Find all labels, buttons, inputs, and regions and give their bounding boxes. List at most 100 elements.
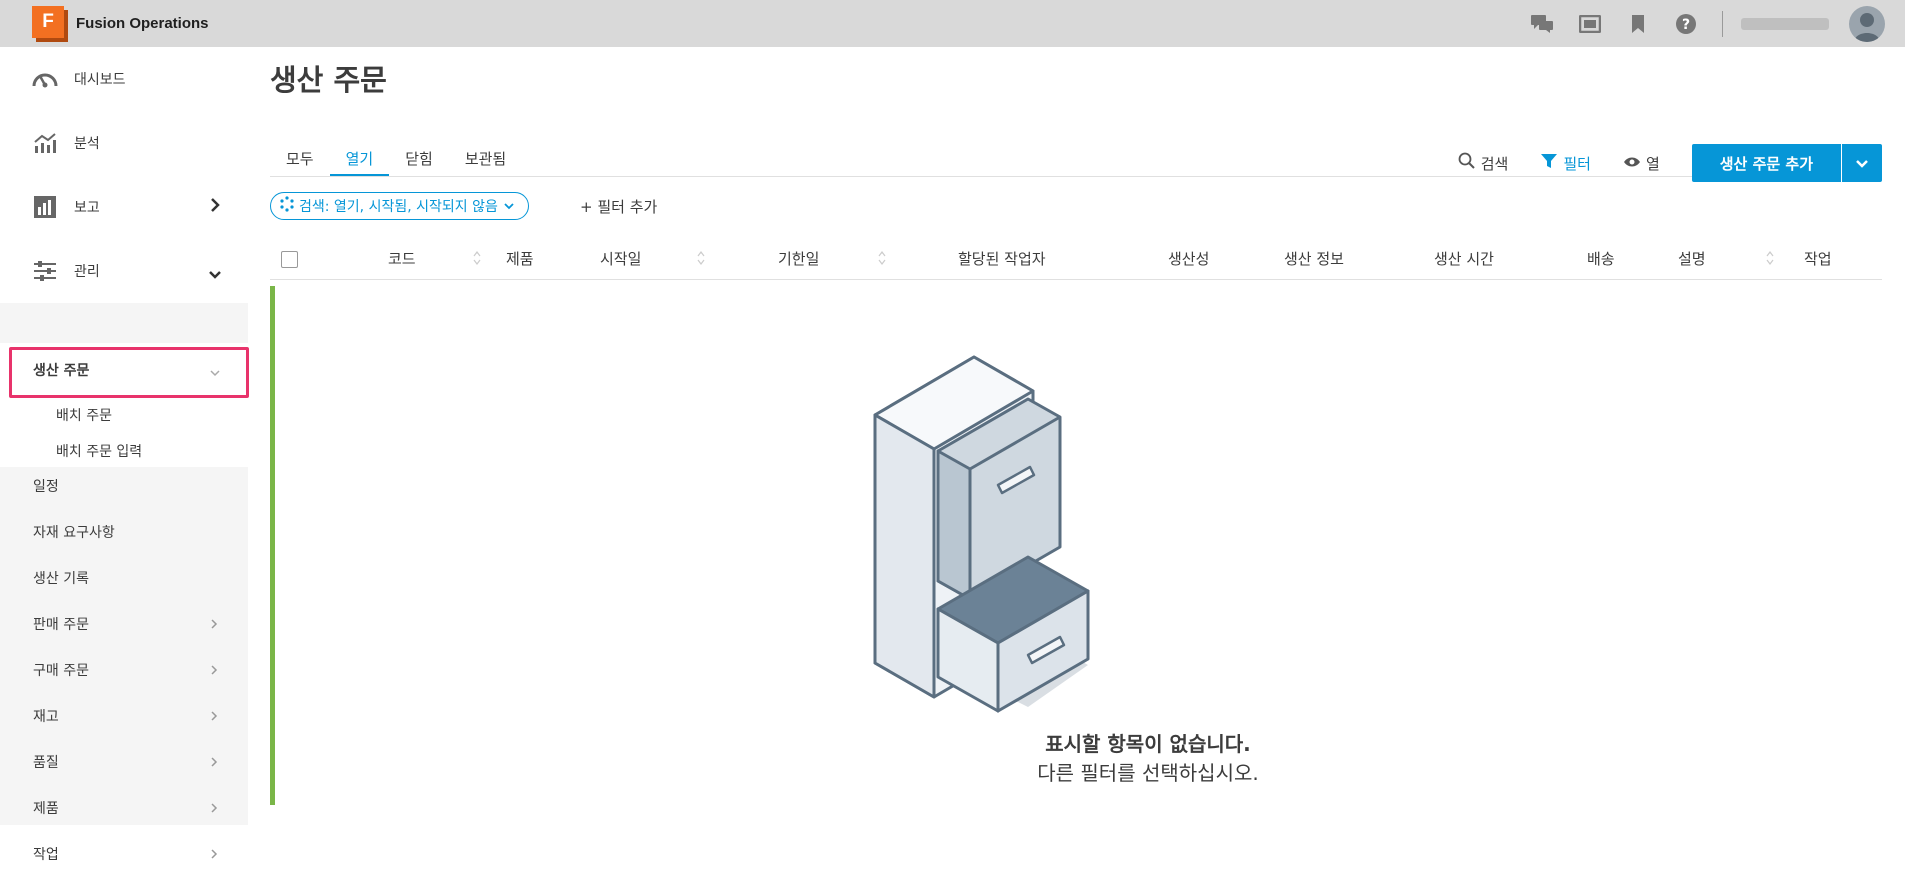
sort-icon[interactable]: [1766, 250, 1774, 270]
settings-sliders-icon: [32, 258, 58, 284]
chevron-down-icon: [1855, 154, 1869, 173]
filter-chip[interactable]: 검색: 열기, 시작됨, 시작되지 않음: [270, 192, 529, 220]
dashboard-icon: [32, 66, 58, 92]
tab-open[interactable]: 열기: [329, 140, 390, 177]
chevron-right-icon: [210, 197, 220, 217]
sidebar-item-label: 재고: [33, 709, 59, 725]
toolbar: 검색 필터 열 생산 주문 추가: [1458, 144, 1882, 182]
highlight-box: [9, 347, 249, 398]
search-label: 검색: [1480, 154, 1509, 173]
sidebar-item-label: 작업: [33, 847, 59, 863]
chevron-right-icon: [210, 848, 218, 864]
chevron-right-icon: [210, 664, 218, 680]
select-all-checkbox[interactable]: [281, 251, 298, 268]
column-header-code[interactable]: 코드: [388, 248, 416, 269]
column-header-description[interactable]: 설명: [1678, 248, 1706, 269]
chevron-down-icon: [504, 198, 518, 214]
chevron-right-icon: [210, 618, 218, 634]
add-dropdown-button[interactable]: [1841, 144, 1882, 182]
bookmark-icon[interactable]: [1614, 14, 1662, 34]
sort-icon[interactable]: [878, 250, 886, 270]
sidebar-item-production-records[interactable]: 생산 기록: [0, 555, 248, 601]
chevron-right-icon: [210, 802, 218, 818]
column-header-actions[interactable]: 작업: [1804, 248, 1832, 269]
loading-dots-icon: [279, 196, 299, 216]
sidebar-item-sales-orders[interactable]: 판매 주문: [0, 601, 248, 647]
filter-button[interactable]: 필터: [1540, 153, 1591, 174]
sidebar-item-label: 품질: [33, 755, 59, 771]
top-bar: F Fusion Operations ?: [0, 0, 1905, 47]
sidebar-item-label: 일정: [33, 479, 59, 495]
column-header-production-info[interactable]: 생산 정보: [1284, 248, 1344, 269]
user-avatar[interactable]: [1849, 5, 1885, 42]
column-header-start-date[interactable]: 시작일: [600, 248, 641, 269]
sidebar-item-label: 배치 주문: [56, 408, 112, 424]
sidebar-item-label: 생산 기록: [33, 571, 89, 587]
logo-letter: F: [32, 5, 64, 38]
chevron-down-icon: [208, 265, 222, 284]
sidebar-item-label: 보고: [74, 200, 100, 216]
tab-archived[interactable]: 보관됨: [449, 140, 522, 177]
sidebar-item-dashboard[interactable]: 대시보드: [0, 47, 248, 111]
sidebar-item-material-requirements[interactable]: 자재 요구사항: [0, 509, 248, 555]
sidebar-item-manage[interactable]: 관리: [0, 239, 248, 303]
chevron-right-icon: [210, 710, 218, 726]
sidebar-item-purchase-orders[interactable]: 구매 주문: [0, 647, 248, 693]
sidebar-item-label: 관리: [74, 264, 100, 280]
tab-closed[interactable]: 닫힘: [389, 140, 449, 177]
search-button[interactable]: 검색: [1458, 152, 1509, 174]
app-name: Fusion Operations: [76, 15, 209, 32]
column-header-assigned-workers[interactable]: 할당된 작업자: [958, 248, 1046, 269]
sidebar-item-analytics[interactable]: 분석: [0, 111, 248, 175]
user-name[interactable]: [1741, 17, 1829, 30]
eye-icon: [1623, 154, 1646, 172]
empty-state-title: 표시할 항목이 없습니다.: [1045, 732, 1251, 756]
column-header-shipping[interactable]: 배송: [1587, 248, 1615, 269]
sidebar-item-operations[interactable]: 작업: [0, 831, 248, 877]
fusion-logo[interactable]: F: [32, 5, 68, 42]
topbar-divider: [1722, 10, 1723, 37]
filter-icon: [1540, 153, 1563, 173]
search-icon: [1458, 152, 1481, 174]
columns-button[interactable]: 열: [1623, 153, 1660, 174]
tab-bar: 모두 열기 닫힘 보관됨: [270, 140, 522, 177]
chat-icon[interactable]: [1518, 14, 1566, 34]
sidebar-item-inventory[interactable]: 재고: [0, 693, 248, 739]
sidebar-item-label: 배치 주문 입력: [56, 444, 143, 460]
status-bar: [270, 286, 275, 805]
help-icon[interactable]: ?: [1662, 13, 1710, 35]
column-header-production-time[interactable]: 생산 시간: [1434, 248, 1494, 269]
tab-all[interactable]: 모두: [270, 140, 330, 177]
sidebar-item-label: 제품: [33, 801, 59, 817]
main-content: 생산 주문 모두 열기 닫힘 보관됨 검색 필터 열 생산 주문 추가 검색: …: [248, 47, 1905, 825]
filter-label: 필터: [1563, 154, 1591, 173]
screen-icon[interactable]: [1566, 14, 1614, 33]
filter-chip-label: 검색: 열기, 시작됨, 시작되지 않음: [299, 199, 498, 215]
report-icon: [32, 194, 58, 220]
sidebar-item-label: 구매 주문: [33, 663, 89, 679]
sidebar: 대시보드 분석 보고 관리 생산 주문 배치 주문 배치 주문 입력 일정 자재…: [0, 47, 249, 863]
add-production-order-label[interactable]: 생산 주문 추가: [1692, 144, 1841, 182]
table-header: 코드 제품 시작일 기한일 할당된 작업자 생산성 생산 정보 생산 시간 배송…: [270, 236, 1882, 280]
sidebar-subitem-batch-order[interactable]: 배치 주문: [0, 397, 248, 433]
page-title: 생산 주문: [270, 63, 387, 97]
sidebar-item-report[interactable]: 보고: [0, 175, 248, 239]
sidebar-item-schedule[interactable]: 일정: [0, 463, 248, 509]
sidebar-item-quality[interactable]: 품질: [0, 739, 248, 785]
chevron-right-icon: [210, 756, 218, 772]
sidebar-item-label: 대시보드: [74, 72, 126, 88]
analytics-icon: [32, 130, 58, 156]
sidebar-item-label: 자재 요구사항: [33, 525, 115, 541]
sidebar-item-label: 판매 주문: [33, 617, 89, 633]
sort-icon[interactable]: [473, 250, 481, 270]
column-header-productivity[interactable]: 생산성: [1168, 248, 1209, 269]
sidebar-item-products[interactable]: 제품: [0, 785, 248, 831]
add-production-order-button[interactable]: 생산 주문 추가: [1691, 144, 1882, 182]
column-header-product[interactable]: 제품: [506, 248, 534, 269]
column-header-due-date[interactable]: 기한일: [778, 248, 819, 269]
add-filter-button[interactable]: + 필터 추가: [580, 196, 657, 217]
sort-icon[interactable]: [697, 250, 705, 270]
empty-cabinet-illustration: [788, 347, 1128, 751]
svg-text:?: ?: [1682, 17, 1690, 33]
empty-state-subtitle: 다른 필터를 선택하십시오.: [1037, 761, 1259, 785]
